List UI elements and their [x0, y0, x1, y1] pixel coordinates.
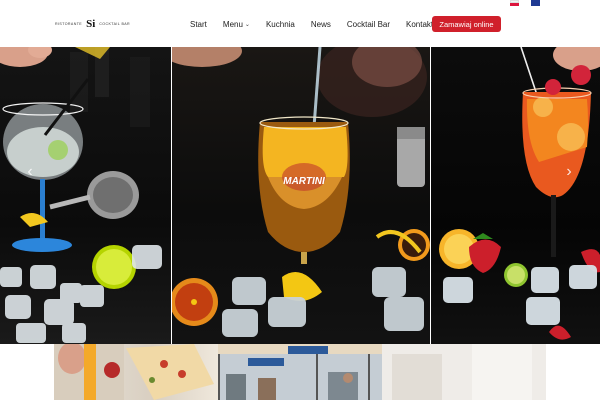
chevron-right-icon[interactable]: › [563, 162, 575, 182]
logo[interactable]: Ristorante Si Cocktail Bar [55, 18, 130, 30]
nav-item-label: Kontakt [406, 19, 434, 29]
nav-item-label: Kuchnia [265, 19, 295, 29]
page: Ristorante Si Cocktail Bar Start Menu ⌄ … [0, 0, 600, 400]
martini-spritz-glass-image: MARTINI [172, 47, 430, 344]
interior-image[interactable] [382, 344, 546, 400]
nav-item-label: Cocktail Bar [346, 19, 391, 29]
hero-slider: MARTINI ‹ › [0, 47, 600, 344]
gallery-strip [0, 344, 600, 400]
main-nav: Start Menu ⌄ Kuchnia News Cocktail Bar K… [190, 16, 449, 32]
site-header: Ristorante Si Cocktail Bar Start Menu ⌄ … [0, 0, 600, 47]
poland-flag-icon[interactable] [510, 0, 519, 6]
gin-tonic-glass-image [0, 47, 171, 344]
nav-item-kontakt[interactable]: Kontakt [406, 20, 433, 29]
chevron-down-icon: ⌄ [244, 21, 250, 28]
nav-item-start[interactable]: Start [190, 20, 207, 29]
uk-flag-icon[interactable] [531, 0, 540, 6]
order-online-button[interactable]: Zamawiaj online [432, 16, 501, 32]
nav-item-label: Start [190, 19, 207, 29]
logo-mark: Si [86, 17, 96, 30]
nav-item-cocktail-bar[interactable]: Cocktail Bar [347, 20, 390, 29]
nav-item-menu[interactable]: Menu ⌄ [223, 20, 250, 29]
nav-item-label: Menu [222, 19, 243, 29]
svg-text:MARTINI: MARTINI [283, 176, 325, 187]
nav-item-kuchnia[interactable]: Kuchnia [266, 20, 295, 29]
aperol-spritz-glass-image [431, 47, 600, 344]
nav-item-label: News [310, 19, 331, 29]
logo-left-text: Ristorante [55, 22, 83, 26]
cocktail-and-pizza-image[interactable] [54, 344, 218, 400]
nav-item-news[interactable]: News [311, 20, 331, 29]
chevron-left-icon[interactable]: ‹ [24, 162, 36, 182]
logo-right-text: Cocktail Bar [99, 22, 131, 26]
restaurant-terrace-image[interactable] [218, 344, 382, 400]
